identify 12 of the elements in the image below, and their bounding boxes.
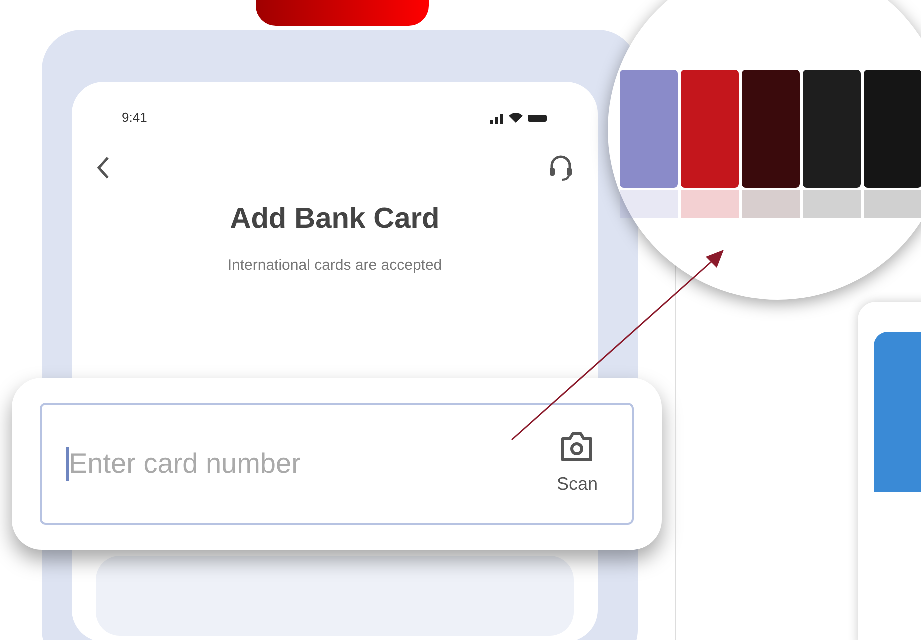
scan-button[interactable]: Scan xyxy=(556,430,598,498)
back-button[interactable] xyxy=(96,156,110,180)
card-number-field[interactable]: Enter card number Scan xyxy=(40,403,634,525)
page-title: Add Bank Card xyxy=(229,202,441,236)
text-cursor xyxy=(66,447,69,481)
back-icon xyxy=(96,156,110,180)
page-subtitle: International cards are accepted xyxy=(226,256,444,276)
support-button[interactable] xyxy=(548,154,574,182)
headset-icon xyxy=(548,154,574,182)
status-time: 9:41 xyxy=(122,109,148,127)
status-icons xyxy=(490,110,548,125)
camera-icon xyxy=(560,430,594,462)
